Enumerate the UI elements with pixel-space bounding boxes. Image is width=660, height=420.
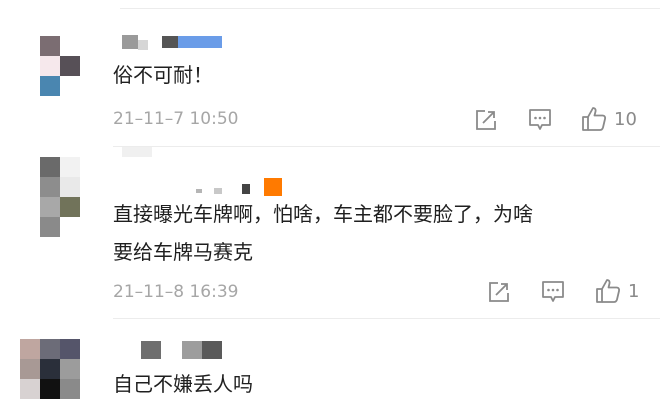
comment-text: 俗不可耐！ xyxy=(113,63,213,87)
comment-icon[interactable] xyxy=(540,279,566,305)
like-count: 10 xyxy=(614,109,637,130)
thumb-up-icon[interactable] xyxy=(594,277,622,305)
comment-icon[interactable] xyxy=(527,107,553,133)
comment-text: 自己不嫌丢人吗 xyxy=(113,372,253,396)
comment-timestamp: 21–11–8 16:39 xyxy=(113,282,239,302)
share-icon[interactable] xyxy=(474,108,498,132)
comment-divider xyxy=(113,318,660,319)
top-divider xyxy=(120,8,660,9)
comment-divider xyxy=(113,146,660,147)
comment-text-line: 直接曝光车牌啊，怕啥，车主都不要脸了，为啥 xyxy=(113,202,533,226)
share-icon[interactable] xyxy=(487,280,511,304)
comment-text-line: 要给车牌马赛克 xyxy=(113,240,253,264)
like-count: 1 xyxy=(628,281,640,302)
thumb-up-icon[interactable] xyxy=(580,105,608,133)
comment-timestamp: 21–11–7 10:50 xyxy=(113,109,239,129)
